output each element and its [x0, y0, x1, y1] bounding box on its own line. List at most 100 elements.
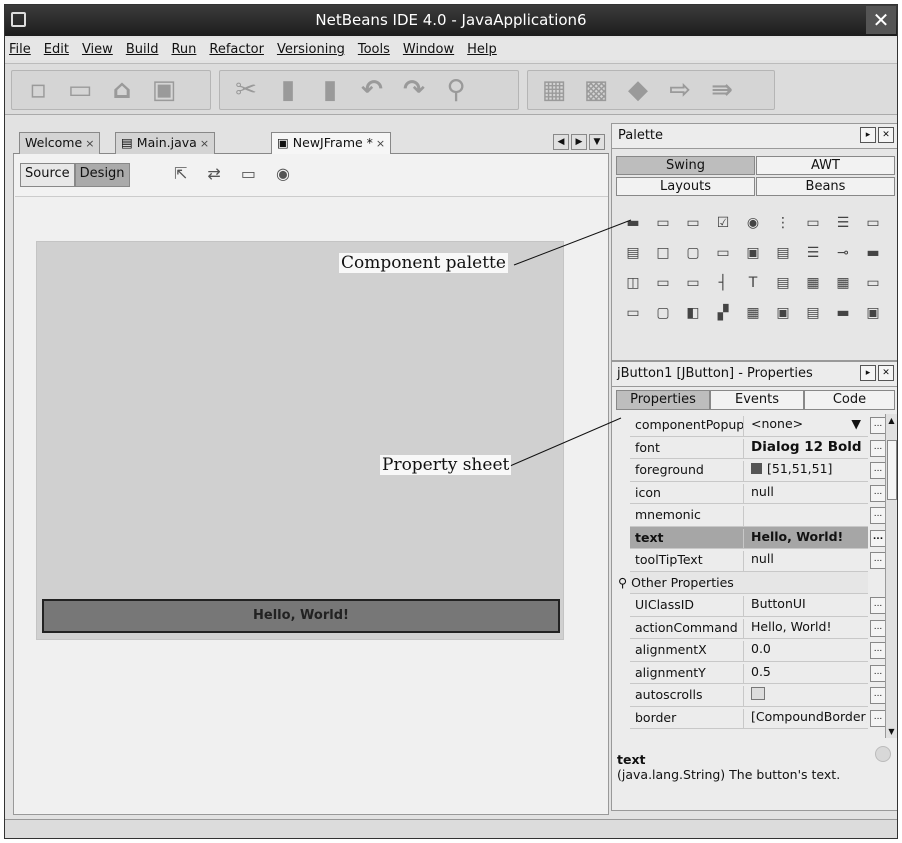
prop-category-other[interactable]: ⚲ Other Properties — [618, 571, 868, 594]
jtextarea-icon[interactable]: ▤ — [618, 238, 648, 268]
jfilechooser-icon[interactable]: ▤ — [798, 298, 828, 328]
jmenubar-icon[interactable]: ▤ — [768, 238, 798, 268]
jframe-form[interactable]: Hello, World! — [36, 241, 564, 640]
menu-file[interactable]: File — [9, 42, 31, 57]
jprogressbar-icon[interactable]: ▬ — [858, 238, 888, 268]
close-icon[interactable]: ✕ — [866, 6, 896, 34]
scroll-right-icon[interactable]: ▶ — [571, 134, 587, 150]
menu-tools[interactable]: Tools — [358, 42, 390, 57]
tab-newjframe[interactable]: ▣ NewJFrame * × — [271, 132, 392, 155]
prop-value[interactable]: 0.5 — [743, 663, 867, 684]
paste-icon[interactable]: ▮ — [316, 76, 344, 104]
prop-editor-button[interactable]: ... — [870, 529, 886, 547]
find-icon[interactable]: ⚲ — [442, 76, 470, 104]
jlayeredpane-icon[interactable]: ◧ — [678, 298, 708, 328]
design-canvas[interactable]: Hello, World! — [15, 196, 608, 813]
jframe-icon[interactable]: ▬ — [828, 298, 858, 328]
prop-row-componentpopupmenu[interactable]: componentPopupMenu <none> ▼ ... — [630, 414, 886, 437]
menu-window[interactable]: Window — [403, 42, 454, 57]
prop-editor-button[interactable]: ... — [870, 417, 886, 434]
jpanel-icon[interactable]: □ — [648, 238, 678, 268]
menu-help[interactable]: Help — [467, 42, 497, 57]
prop-value[interactable]: Hello, World! — [743, 618, 867, 639]
tab-welcome[interactable]: Welcome × — [19, 132, 101, 154]
jradiobutton-icon[interactable]: ◉ — [738, 208, 768, 238]
prop-value[interactable]: [51,51,51] — [743, 461, 867, 481]
minimize-icon[interactable]: ▸ — [860, 365, 876, 381]
cut-icon[interactable]: ✂ — [232, 76, 260, 104]
jeditorpane-icon[interactable]: ▤ — [768, 268, 798, 298]
jtoolbar-icon[interactable]: ▭ — [858, 268, 888, 298]
jcombobox-icon[interactable]: ▭ — [798, 208, 828, 238]
tab-main-java[interactable]: ▤ Main.java × — [115, 132, 216, 154]
tab-properties[interactable]: Properties — [616, 390, 710, 410]
menu-edit[interactable]: Edit — [44, 42, 69, 57]
menu-build[interactable]: Build — [126, 42, 159, 57]
jscrollpane-icon[interactable]: ▣ — [738, 238, 768, 268]
palette-tab-awt[interactable]: AWT — [756, 156, 895, 175]
scroll-left-icon[interactable]: ◀ — [553, 134, 569, 150]
menu-refactor[interactable]: Refactor — [209, 42, 264, 57]
copy-icon[interactable]: ▮ — [274, 76, 302, 104]
collapse-icon[interactable]: ⚲ — [618, 575, 631, 590]
property-scrollbar[interactable]: ▲ ▼ — [885, 414, 897, 738]
prop-value[interactable]: null — [743, 483, 867, 504]
jlist-icon[interactable]: ☰ — [828, 208, 858, 238]
jformattedtextfield-icon[interactable]: ▭ — [618, 298, 648, 328]
prop-editor-button[interactable]: ... — [870, 507, 886, 524]
build-icon[interactable]: ▦ — [540, 76, 568, 104]
prop-editor-button[interactable]: ... — [870, 462, 886, 479]
jbutton-icon[interactable]: ▭ — [648, 208, 678, 238]
jlabel-icon[interactable]: ▬ — [618, 208, 648, 238]
close-icon[interactable]: ✕ — [878, 365, 894, 381]
palette-tab-layouts[interactable]: Layouts — [616, 177, 755, 196]
prop-editor-button[interactable]: ... — [870, 642, 886, 659]
prop-row-autoscrolls[interactable]: autoscrolls ... — [630, 684, 886, 707]
jtable-icon[interactable]: ▦ — [828, 268, 858, 298]
step-icon[interactable]: ⇛ — [708, 76, 736, 104]
jdialog-icon[interactable]: ▣ — [858, 298, 888, 328]
connection-mode-icon[interactable]: ⇄ — [207, 164, 220, 183]
jpopupmenu-icon[interactable]: ☰ — [798, 238, 828, 268]
prop-value[interactable]: <none> ▼ — [743, 416, 867, 436]
prop-row-text[interactable]: text Hello, World! ... — [630, 526, 886, 549]
prop-row-uiclassid[interactable]: UIClassID ButtonUI ... — [630, 594, 886, 617]
prop-row-border[interactable]: border [CompoundBorder] ... — [630, 707, 886, 729]
prop-row-tooltiptext[interactable]: toolTipText null ... — [630, 549, 886, 572]
palette-tab-swing[interactable]: Swing — [616, 156, 755, 175]
tab-code[interactable]: Code — [804, 390, 895, 410]
jdesktoppane-icon[interactable]: ▞ — [708, 298, 738, 328]
design-button[interactable]: Design — [74, 163, 130, 187]
close-icon[interactable]: × — [85, 137, 94, 150]
close-icon[interactable]: × — [376, 137, 385, 150]
autoscrolls-checkbox[interactable] — [751, 687, 765, 700]
jtextpane-icon[interactable]: T — [738, 268, 768, 298]
prop-editor-button[interactable]: ... — [870, 552, 886, 569]
prop-value[interactable]: Dialog 12 Bold — [743, 438, 867, 459]
tab-list-icon[interactable]: ▼ — [589, 134, 605, 150]
prop-row-alignmenty[interactable]: alignmentY 0.5 ... — [630, 662, 886, 684]
jtree-icon[interactable]: ▦ — [798, 268, 828, 298]
jpasswordfield-icon[interactable]: ▭ — [648, 268, 678, 298]
jinternalframe-icon[interactable]: ▢ — [648, 298, 678, 328]
prop-row-actioncommand[interactable]: actionCommand Hello, World! ... — [630, 617, 886, 639]
tab-events[interactable]: Events — [710, 390, 804, 410]
prop-editor-button[interactable]: ... — [870, 597, 886, 614]
prop-row-alignmentx[interactable]: alignmentX 0.0 ... — [630, 639, 886, 662]
undo-icon[interactable]: ↶ — [358, 76, 386, 104]
new-project-icon[interactable]: ▫ — [24, 76, 52, 104]
clean-build-icon[interactable]: ▩ — [582, 76, 610, 104]
redo-icon[interactable]: ↷ — [400, 76, 428, 104]
selection-mode-icon[interactable]: ⇱ — [174, 164, 187, 183]
joptionpane-icon[interactable]: ▦ — [738, 298, 768, 328]
minimize-icon[interactable]: ▸ — [860, 127, 876, 143]
prop-value[interactable]: null — [743, 551, 867, 571]
palette-tab-beans[interactable]: Beans — [756, 177, 895, 196]
close-icon[interactable]: × — [200, 137, 209, 150]
source-button[interactable]: Source — [20, 163, 75, 187]
debug-icon[interactable]: ⇨ — [666, 76, 694, 104]
run-icon[interactable]: ◆ — [624, 76, 652, 104]
hello-world-button[interactable]: Hello, World! — [42, 599, 560, 633]
preview-icon[interactable]: ◉ — [276, 164, 290, 183]
menu-versioning[interactable]: Versioning — [277, 42, 345, 57]
